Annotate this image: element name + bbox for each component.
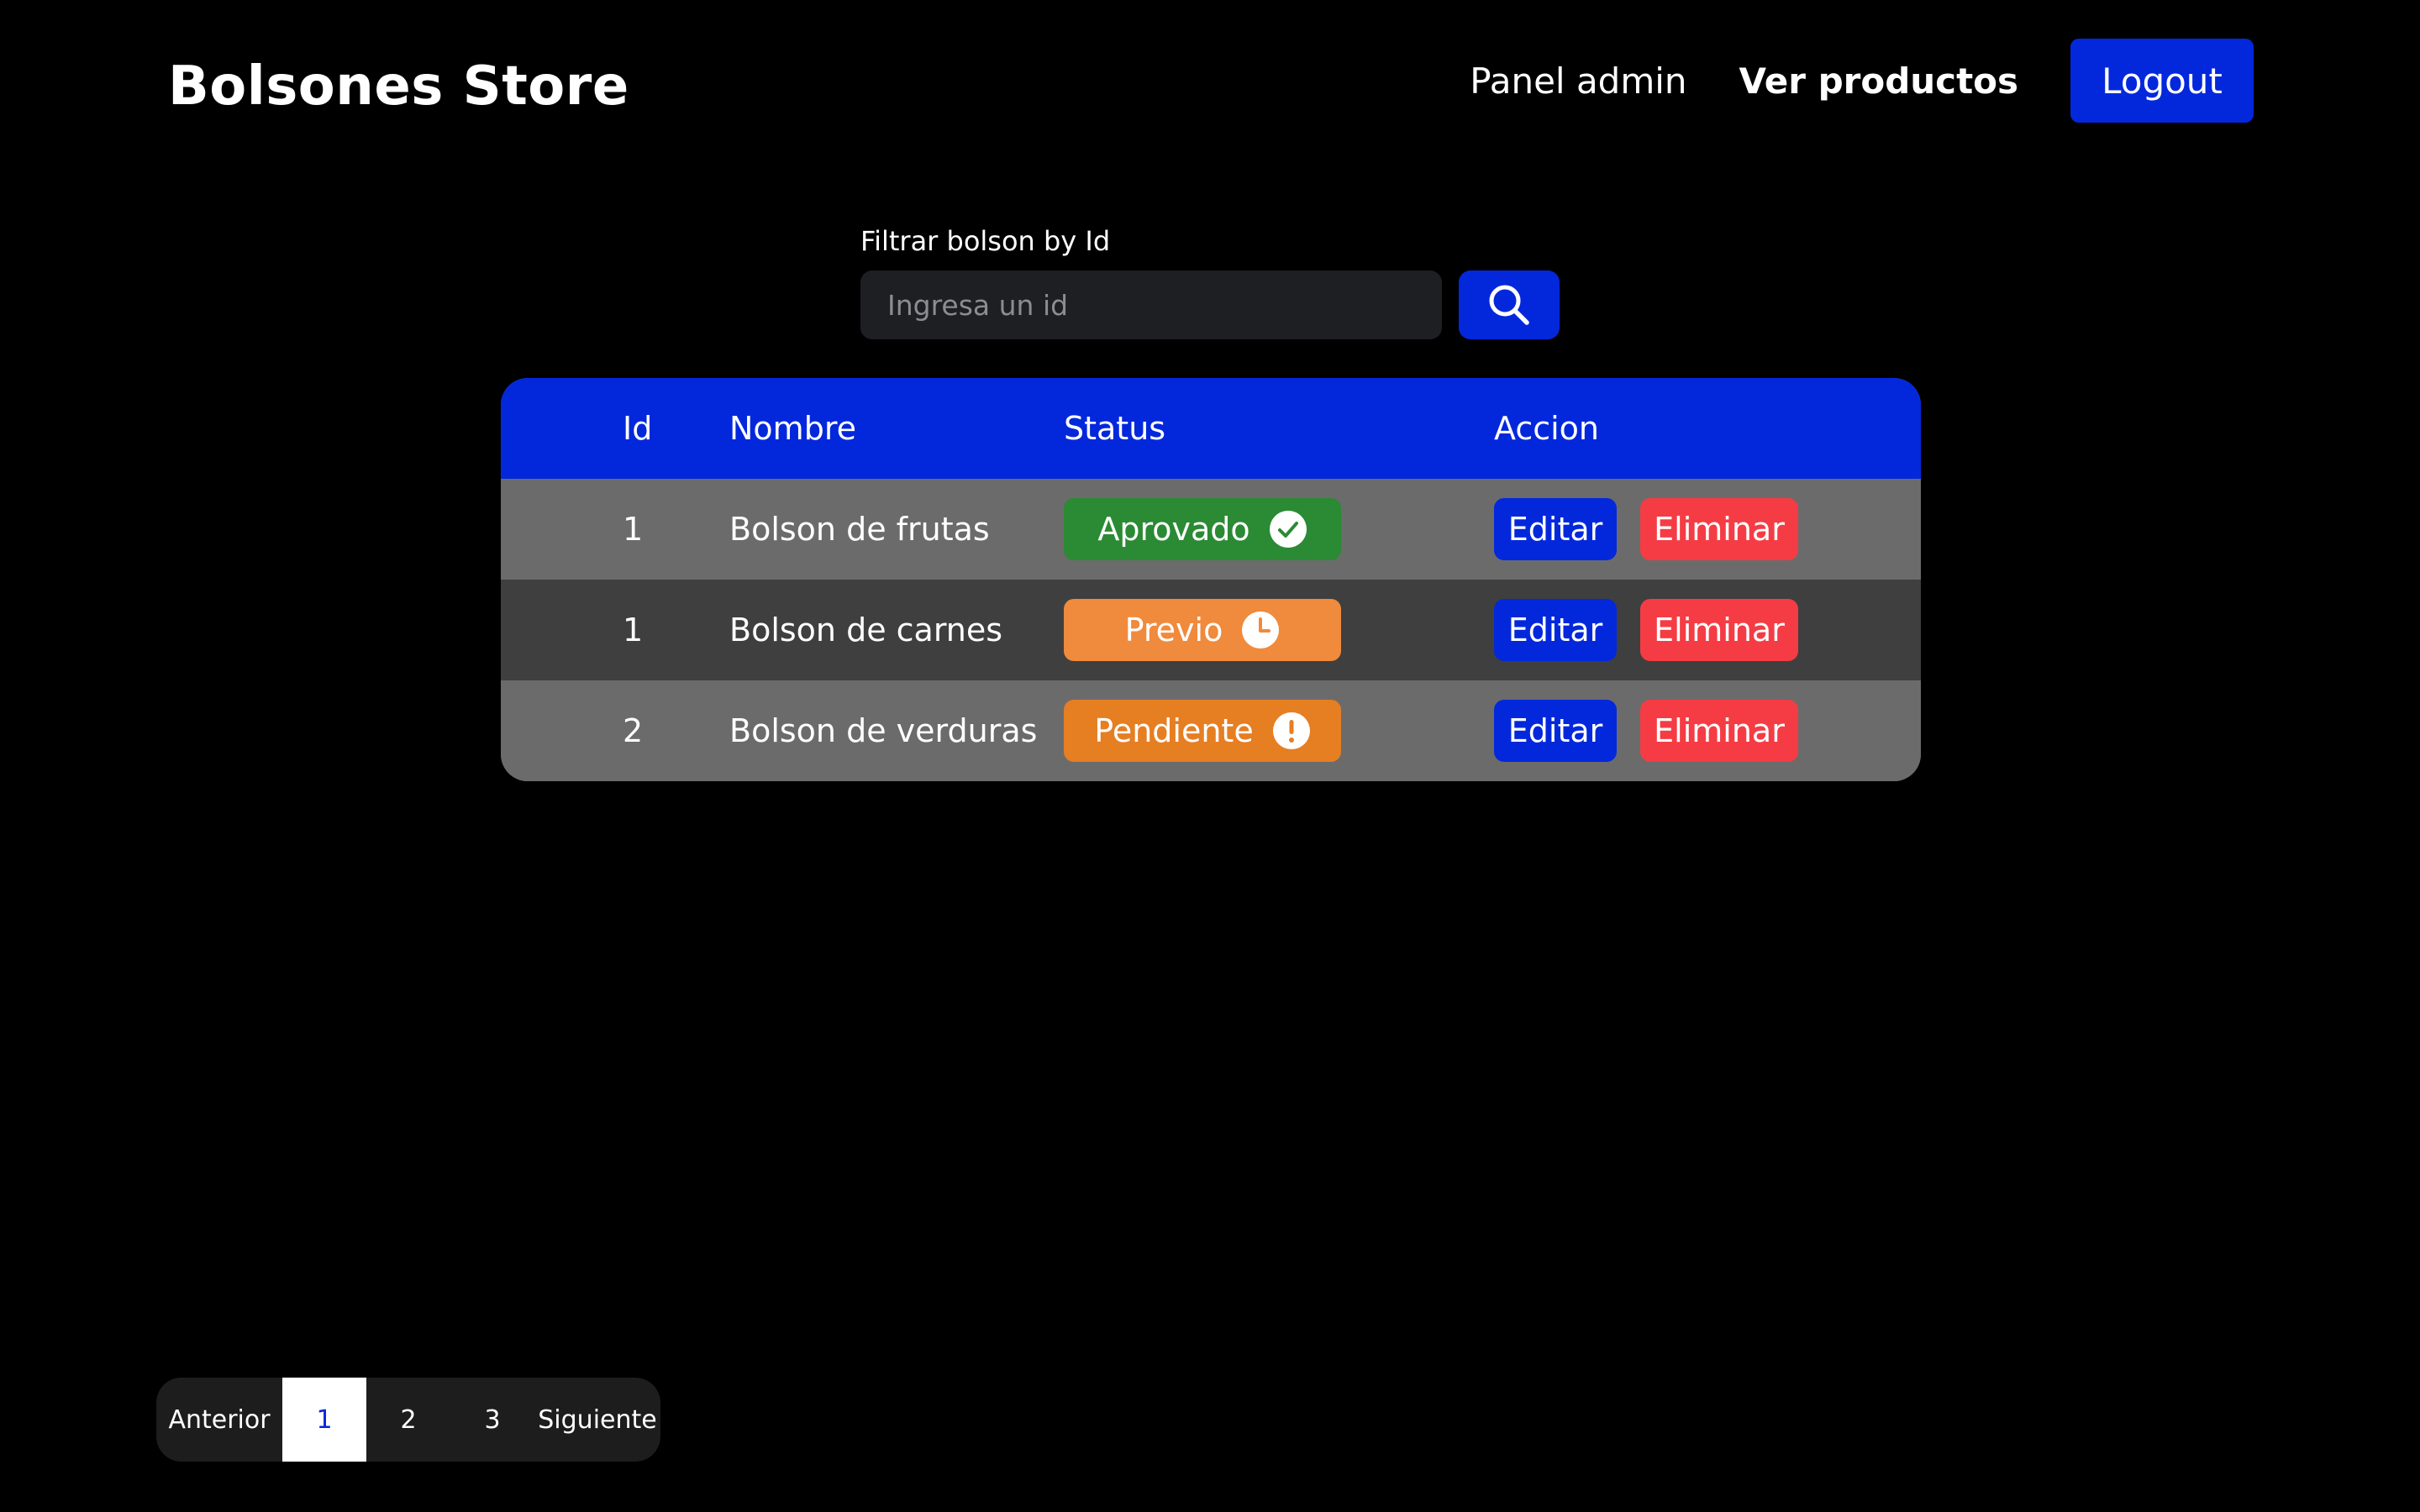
status-label: Previo	[1124, 612, 1223, 648]
status-badge: Pendiente	[1064, 700, 1341, 762]
status-badge: Previo	[1064, 599, 1341, 661]
nav-ver-productos[interactable]: Ver productos	[1739, 60, 2018, 102]
check-circle-icon	[1269, 511, 1307, 548]
clock-icon	[1242, 612, 1280, 648]
bolsones-table: Id Nombre Status Accion 1 Bolson de frut…	[501, 378, 1921, 781]
header-id: Id	[623, 410, 653, 447]
action-cell: Editar Eliminar	[1494, 680, 1798, 781]
edit-button[interactable]: Editar	[1494, 599, 1617, 661]
filter-label: Filtrar bolson by Id	[860, 225, 1111, 257]
table-header: Id Nombre Status Accion	[501, 378, 1921, 479]
delete-button[interactable]: Eliminar	[1640, 599, 1798, 661]
table-row: 1 Bolson de carnes Previo Editar Elimina…	[501, 580, 1921, 680]
logout-button[interactable]: Logout	[2070, 39, 2254, 123]
nav-panel-admin[interactable]: Panel admin	[1470, 60, 1686, 102]
row-nombre: Bolson de carnes	[729, 612, 1003, 648]
search-icon	[1489, 285, 1529, 325]
header-nombre: Nombre	[729, 410, 856, 447]
status-cell: Pendiente	[1064, 680, 1341, 781]
table-row: 2 Bolson de verduras Pendiente Editar El…	[501, 680, 1921, 781]
delete-button[interactable]: Eliminar	[1640, 700, 1798, 762]
pagination-page-3[interactable]: 3	[450, 1378, 534, 1462]
alert-circle-icon	[1272, 712, 1310, 749]
action-cell: Editar Eliminar	[1494, 479, 1798, 580]
status-label: Aprovado	[1097, 511, 1250, 548]
status-cell: Previo	[1064, 580, 1341, 680]
pagination: Anterior 1 2 3 Siguiente	[156, 1378, 660, 1462]
row-nombre: Bolson de verduras	[729, 712, 1038, 749]
header-accion: Accion	[1494, 410, 1600, 447]
table-row: 1 Bolson de frutas Aprovado Editar Elimi…	[501, 479, 1921, 580]
delete-button[interactable]: Eliminar	[1640, 498, 1798, 560]
row-nombre: Bolson de frutas	[729, 511, 990, 548]
app-root: Bolsones Store Panel admin Ver productos…	[0, 0, 2420, 1512]
edit-button[interactable]: Editar	[1494, 498, 1617, 560]
row-id: 1	[623, 511, 644, 548]
pagination-page-1[interactable]: 1	[282, 1378, 366, 1462]
pagination-prev[interactable]: Anterior	[156, 1378, 282, 1462]
header-status: Status	[1064, 410, 1166, 447]
edit-button[interactable]: Editar	[1494, 700, 1617, 762]
brand-title: Bolsones Store	[168, 55, 629, 118]
search-button[interactable]	[1459, 270, 1560, 339]
status-label: Pendiente	[1094, 712, 1254, 749]
row-id: 1	[623, 612, 644, 648]
status-badge: Aprovado	[1064, 498, 1341, 560]
status-cell: Aprovado	[1064, 479, 1341, 580]
action-cell: Editar Eliminar	[1494, 580, 1798, 680]
pagination-next[interactable]: Siguiente	[534, 1378, 660, 1462]
filter-id-input[interactable]	[860, 270, 1442, 339]
row-id: 2	[623, 712, 644, 749]
top-nav: Panel admin Ver productos Logout	[1470, 39, 2254, 123]
pagination-page-2[interactable]: 2	[366, 1378, 450, 1462]
